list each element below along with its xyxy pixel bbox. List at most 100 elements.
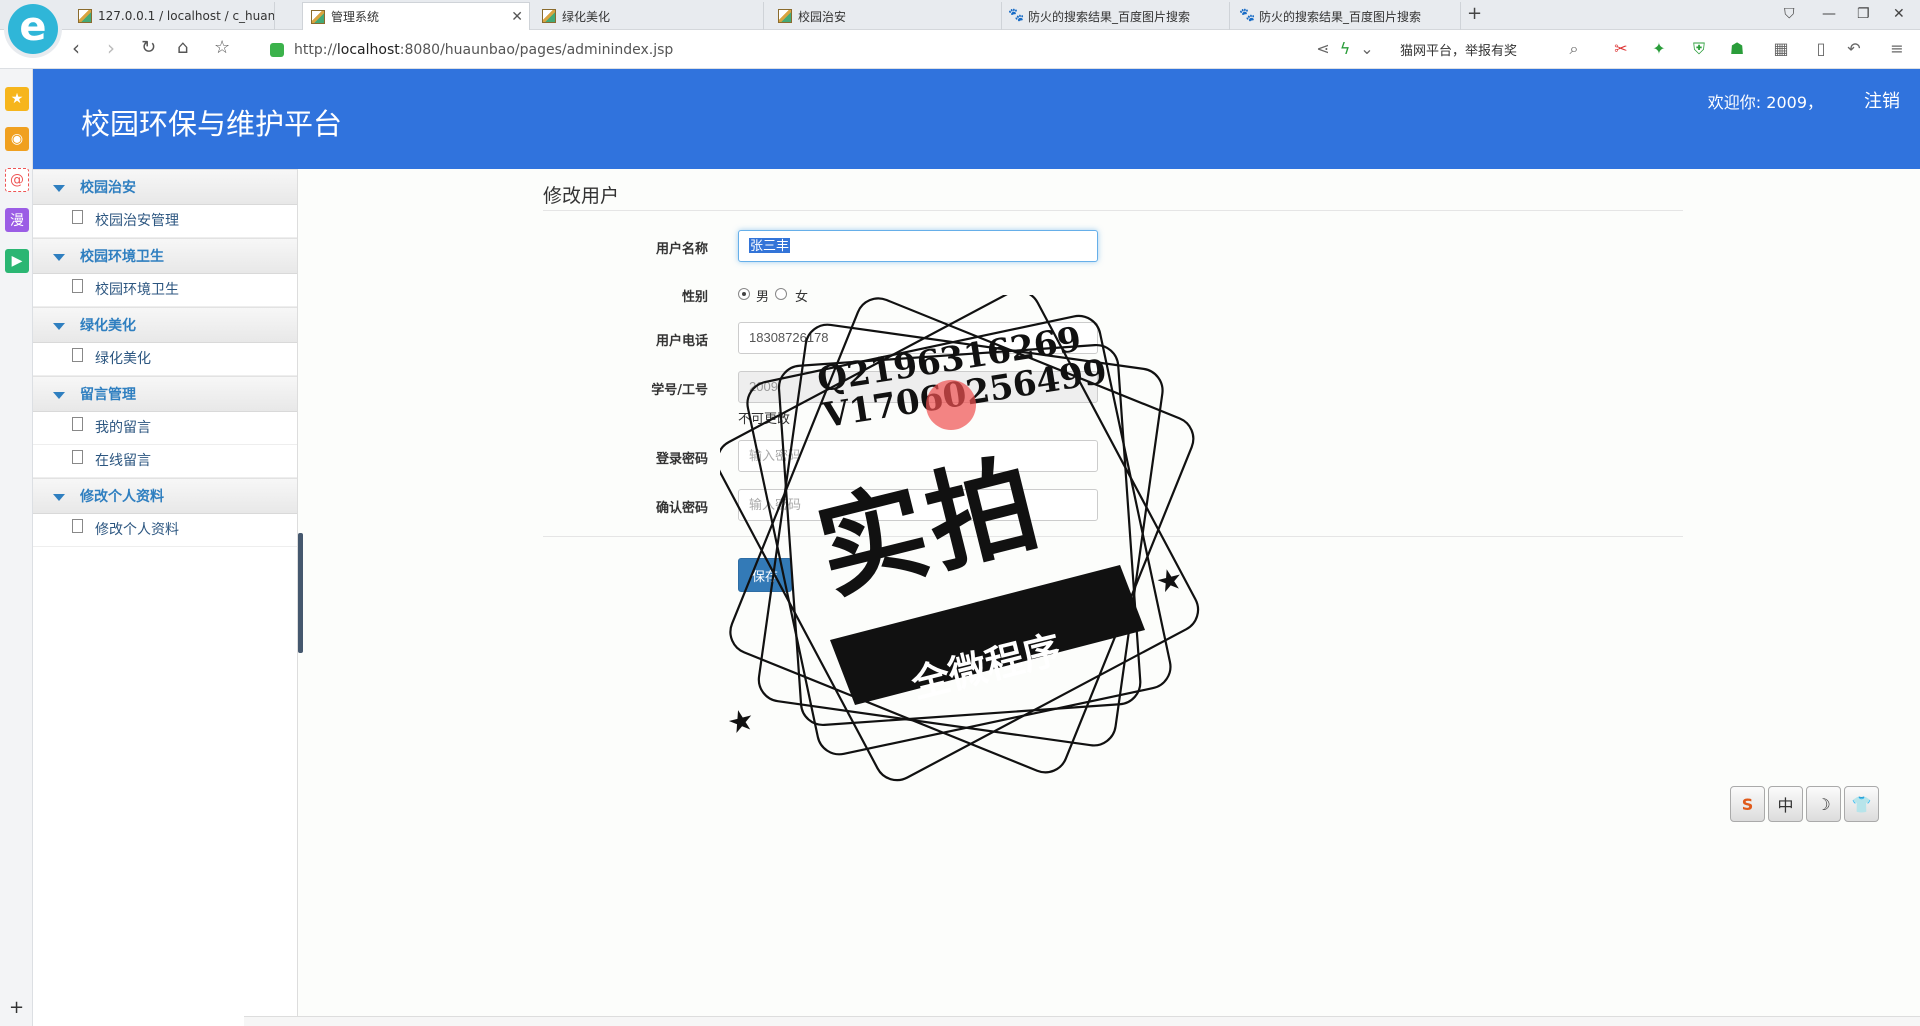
- confirm-password-label: 确认密码: [655, 501, 708, 516]
- sidebar-group-messages[interactable]: 留言管理: [33, 376, 297, 412]
- watermark-stamp-frame: ★ ★: [720, 295, 1200, 782]
- tab-admin-system[interactable]: 管理系统 ✕: [302, 2, 530, 30]
- caret-down-icon: [53, 254, 65, 261]
- star-icon[interactable]: ☆: [214, 38, 230, 58]
- gender-label: 性别: [681, 290, 708, 305]
- sidebar-item-my-messages[interactable]: 我的留言: [33, 412, 297, 445]
- favorites-star-icon[interactable]: ★: [5, 87, 29, 111]
- weibo-icon[interactable]: ◉: [5, 127, 29, 151]
- baidu-paw-icon: 🐾: [1239, 8, 1256, 23]
- phone-label: 用户电话: [655, 334, 708, 349]
- translate-icon[interactable]: ✦: [1650, 40, 1668, 58]
- close-tab-icon[interactable]: ✕: [511, 9, 523, 25]
- phone-input[interactable]: 18308726178: [738, 322, 1098, 354]
- password-placeholder: 输入密码: [749, 448, 802, 463]
- tab-title: 校园治安: [798, 9, 847, 24]
- svg-text:★: ★: [1152, 561, 1187, 601]
- scissors-icon[interactable]: ✂: [1612, 40, 1630, 58]
- ime-punctuation-moon-icon[interactable]: ☽: [1806, 786, 1841, 822]
- page-chart-icon: [778, 9, 792, 23]
- app-header: 校园环保与维护平台 欢迎你: 2009， 注销: [33, 69, 1920, 169]
- gender-female-radio[interactable]: [775, 288, 787, 300]
- document-icon: [72, 519, 83, 533]
- navigation-bar: ‹ › ↻ ⌂ ☆ http://localhost:8080/huaunbao…: [0, 30, 1920, 69]
- tablet-icon[interactable]: ▯: [1812, 40, 1830, 58]
- security-shield-icon[interactable]: ⛨: [1690, 40, 1708, 58]
- tab-baidu-2[interactable]: 🐾 防火的搜索结果_百度图片搜索: [1231, 2, 1461, 30]
- confirm-password-input[interactable]: 输入密码: [738, 489, 1098, 521]
- username-value: 张三丰: [749, 238, 791, 253]
- sidebar-item-greening[interactable]: 绿化美化: [33, 343, 297, 376]
- address-bar[interactable]: http://localhost:8080/huaunbao/pages/adm…: [270, 37, 1330, 63]
- share-icon[interactable]: ⋖: [1314, 40, 1332, 58]
- sidebar-group-sanitation[interactable]: 校园环境卫生: [33, 238, 297, 274]
- minimize-icon[interactable]: —: [1822, 6, 1836, 22]
- tab-title: 防火的搜索结果_百度图片搜索: [1028, 9, 1191, 24]
- baidu-paw-icon: 🐾: [1008, 8, 1025, 23]
- logout-link[interactable]: 注销: [1864, 87, 1900, 113]
- browser-status-bar: [244, 1016, 1920, 1026]
- welcome-text: 欢迎你: 2009，: [1707, 93, 1823, 112]
- confirm-password-placeholder: 输入密码: [749, 497, 802, 512]
- menu-icon[interactable]: ≡: [1888, 40, 1906, 58]
- sogou-logo-icon[interactable]: S: [1730, 786, 1765, 822]
- tab-phpmyadmin[interactable]: 127.0.0.1 / localhost / c_huanb: [70, 2, 275, 30]
- sidebar-item-online-message[interactable]: 在线留言: [33, 445, 297, 478]
- tab-title: 管理系统: [331, 10, 380, 24]
- tab-security[interactable]: 校园治安: [770, 2, 1002, 30]
- browser-logo[interactable]: e: [8, 4, 58, 54]
- lightning-icon[interactable]: ϟ: [1336, 40, 1354, 58]
- tab-strip: 127.0.0.1 / localhost / c_huanb 管理系统 ✕ 绿…: [0, 0, 1920, 30]
- sidebar-item-security-management[interactable]: 校园治安管理: [33, 205, 297, 238]
- close-window-icon[interactable]: ✕: [1893, 6, 1905, 22]
- url-scheme: http://: [294, 42, 337, 58]
- video-icon[interactable]: ▶: [5, 249, 29, 273]
- forward-icon[interactable]: ›: [107, 38, 115, 58]
- caret-down-icon: [53, 494, 65, 501]
- new-tab-button[interactable]: +: [1467, 3, 1482, 24]
- app-title: 校园环保与维护平台: [81, 107, 343, 141]
- restore-icon[interactable]: ❐: [1857, 6, 1870, 22]
- ime-skin-shirt-icon[interactable]: 👕: [1844, 786, 1879, 822]
- caret-down-icon: [53, 185, 65, 192]
- readonly-hint: 不可更改: [738, 412, 791, 427]
- shirt-skin-icon[interactable]: ⛉: [1784, 6, 1795, 22]
- form-divider: [543, 536, 1683, 537]
- ime-chinese-mode[interactable]: 中: [1768, 786, 1803, 822]
- back-icon[interactable]: ‹: [72, 38, 80, 58]
- sidebar-item-edit-profile[interactable]: 修改个人资料: [33, 514, 297, 547]
- sidebar-group-security[interactable]: 校园治安: [33, 169, 297, 205]
- chevron-down-icon[interactable]: ⌄: [1358, 40, 1376, 58]
- undo-icon[interactable]: ↶: [1845, 40, 1863, 58]
- save-button[interactable]: 保存: [738, 558, 792, 592]
- sidebar-group-greening[interactable]: 绿化美化: [33, 307, 297, 343]
- username-input[interactable]: 张三丰: [738, 230, 1098, 262]
- search-hint[interactable]: 猫网平台，举报有奖: [1400, 40, 1517, 59]
- sidebar-item-sanitation[interactable]: 校园环境卫生: [33, 274, 297, 307]
- browser-sidebar-dock: ★ ◉ @ 漫 ▶ +: [0, 69, 33, 1026]
- document-icon: [72, 210, 83, 224]
- apps-grid-icon[interactable]: ▦: [1772, 40, 1790, 58]
- sidebar-resize-handle[interactable]: [298, 533, 303, 653]
- home-icon[interactable]: ⌂: [177, 38, 188, 58]
- tab-baidu-1[interactable]: 🐾 防火的搜索结果_百度图片搜索: [1000, 2, 1230, 30]
- caret-down-icon: [53, 323, 65, 330]
- sidebar-group-profile[interactable]: 修改个人资料: [33, 478, 297, 514]
- document-icon: [72, 348, 83, 362]
- dock-add-icon[interactable]: +: [9, 997, 24, 1018]
- secure-shield-icon: [270, 43, 284, 57]
- comic-icon[interactable]: 漫: [5, 208, 29, 232]
- tab-greening[interactable]: 绿化美化: [534, 2, 764, 30]
- url-path: :8080/huaunbao/pages/adminindex.jsp: [399, 42, 674, 58]
- mail-at-icon[interactable]: @: [5, 168, 29, 192]
- reload-icon[interactable]: ↻: [141, 38, 156, 58]
- gender-male-radio[interactable]: [738, 288, 750, 300]
- document-icon: [72, 417, 83, 431]
- tab-title: 127.0.0.1 / localhost / c_huanb: [98, 9, 275, 23]
- phpmyadmin-icon: [78, 9, 92, 23]
- search-icon[interactable]: ⌕: [1565, 40, 1583, 58]
- game-icon[interactable]: ☗: [1728, 40, 1746, 58]
- document-icon: [72, 450, 83, 464]
- gender-male-label: 男: [756, 290, 770, 305]
- password-input[interactable]: 输入密码: [738, 440, 1098, 472]
